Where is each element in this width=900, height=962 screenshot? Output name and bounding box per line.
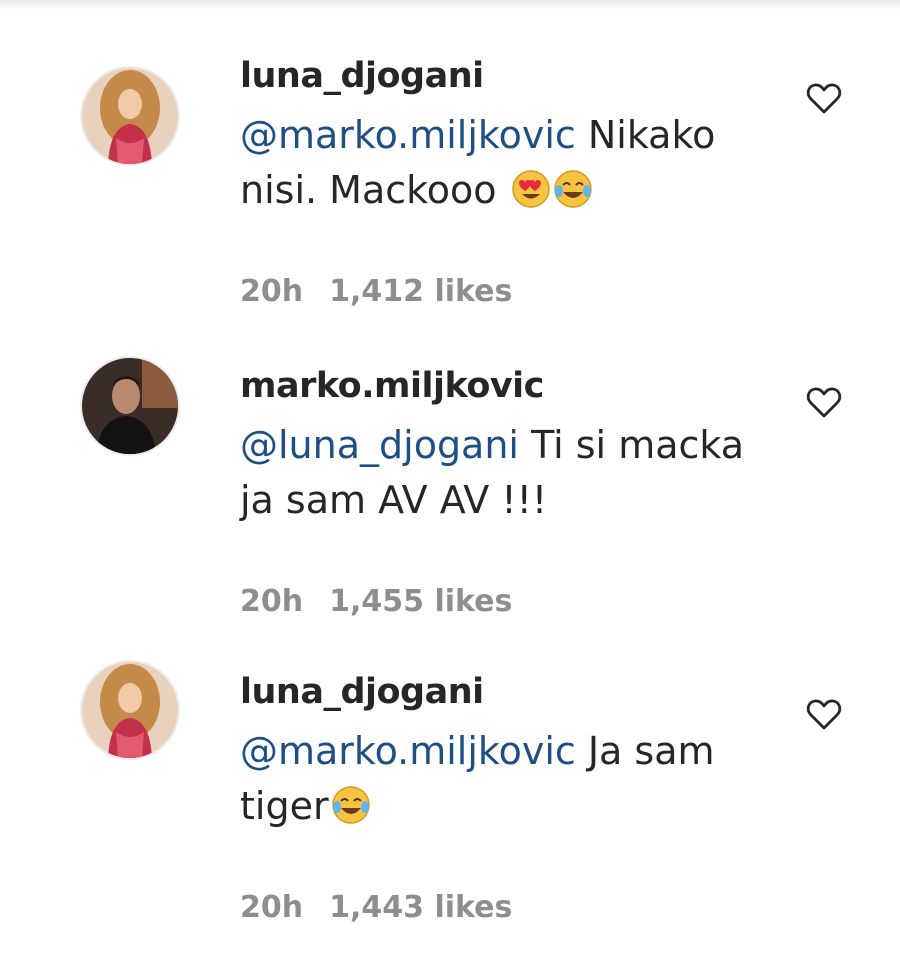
- heart-outline-icon[interactable]: [804, 382, 844, 422]
- comment-item: luna_djogani @marko.miljkovic Nikako nis…: [0, 0, 900, 309]
- comment-item: luna_djogani @marko.miljkovic Ja sam tig…: [0, 618, 900, 925]
- avatar-marko[interactable]: [80, 356, 180, 456]
- heart-outline-icon[interactable]: [804, 694, 844, 734]
- comment-likes[interactable]: 1,455 likes: [329, 584, 512, 619]
- comment-meta: 20h 1,443 likes: [240, 890, 512, 925]
- comment-mention[interactable]: @marko.miljkovic: [240, 729, 576, 773]
- comment-meta: 20h 1,455 likes: [240, 584, 512, 619]
- comment-likes[interactable]: 1,412 likes: [329, 274, 512, 309]
- comment-item: marko.miljkovic @luna_djogani Ti si mack…: [0, 310, 900, 619]
- heart-outline-icon[interactable]: [804, 78, 844, 118]
- comment-mention[interactable]: @marko.miljkovic: [240, 113, 576, 157]
- comment-text: @luna_djogani Ti si macka ja sam AV AV !…: [240, 418, 780, 528]
- comment-username[interactable]: luna_djogani: [240, 672, 484, 712]
- tears-of-joy-emoji: [553, 170, 592, 208]
- comment-likes[interactable]: 1,443 likes: [329, 890, 512, 925]
- avatar-luna[interactable]: [80, 660, 180, 760]
- comment-meta: 20h 1,412 likes: [240, 274, 512, 309]
- comments-screen: luna_djogani @marko.miljkovic Nikako nis…: [0, 0, 900, 962]
- avatar-luna[interactable]: [80, 66, 180, 166]
- comment-time: 20h: [240, 584, 304, 619]
- comment-text: @marko.miljkovic Ja sam tiger: [240, 724, 780, 834]
- tears-of-joy-emoji: [331, 786, 370, 824]
- heart-eyes-emoji: [511, 170, 550, 208]
- comment-username[interactable]: luna_djogani: [240, 56, 484, 96]
- comment-mention[interactable]: @luna_djogani: [240, 423, 519, 467]
- comment-username[interactable]: marko.miljkovic: [240, 366, 544, 406]
- comment-time: 20h: [240, 274, 304, 309]
- comment-text: @marko.miljkovic Nikako nisi. Mackooo: [240, 108, 780, 218]
- comment-time: 20h: [240, 890, 304, 925]
